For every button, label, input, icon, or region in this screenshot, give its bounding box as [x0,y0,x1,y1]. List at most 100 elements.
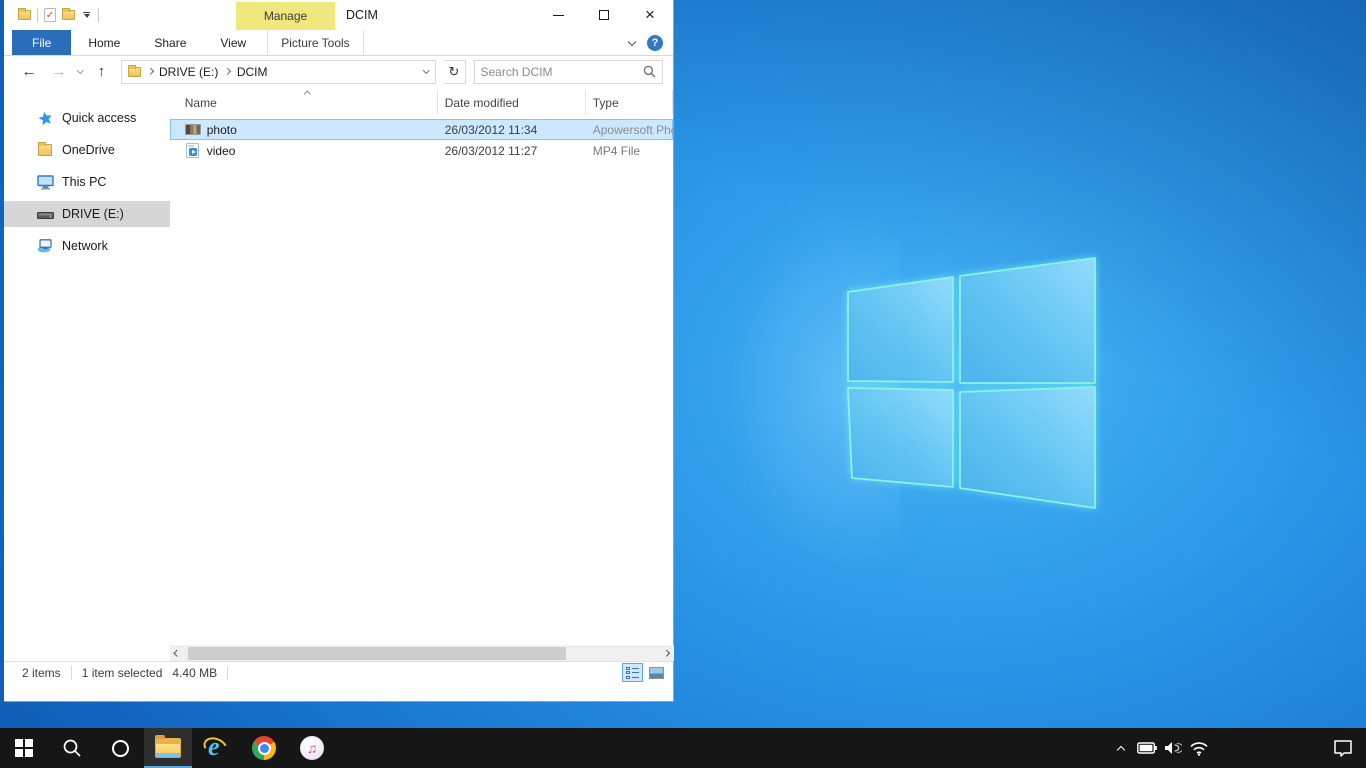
breadcrumb-separator-icon[interactable] [224,68,230,74]
file-date-modified: 26/03/2012 11:34 [445,123,538,137]
video-file-icon [185,143,201,159]
file-row-photo[interactable]: photo 26/03/2012 11:34 Apowersoft Pho [170,119,673,140]
sort-ascending-icon [304,91,310,97]
file-list-pane: Name Date modified Type photo 26/03/2012… [170,87,673,661]
navigation-pane: Quick access OneDrive [4,87,170,661]
column-header-row: Name Date modified Type [170,87,673,117]
taskbar-search-button[interactable] [48,728,96,768]
action-center-button[interactable] [1320,728,1366,768]
help-icon[interactable]: ? [647,35,663,51]
divider [98,8,99,22]
taskbar-internet-explorer-button[interactable]: e [192,728,240,768]
column-header-type[interactable]: Type [593,96,619,110]
taskbar-chrome-button[interactable] [240,728,288,768]
file-type: MP4 File [593,144,673,158]
sidebar-item-drive-e[interactable]: DRIVE (E:) [4,201,170,227]
taskbar-itunes-button[interactable]: ♫ [288,728,336,768]
breadcrumb-dcim[interactable]: DCIM [237,65,268,79]
search-box [474,60,664,84]
address-bar[interactable]: DRIVE (E:) DCIM [121,60,436,84]
volume-icon[interactable] [1160,741,1186,755]
column-divider[interactable] [585,90,586,114]
sidebar-item-this-pc[interactable]: This PC [4,169,170,195]
customize-qat-dropdown-icon[interactable] [81,10,92,20]
view-toggles [622,663,667,682]
action-center-icon [1333,739,1353,757]
sidebar-item-onedrive[interactable]: OneDrive [4,137,170,163]
monitor-icon [36,174,54,190]
tab-view[interactable]: View [203,30,263,55]
sidebar-item-network[interactable]: Network [4,233,170,259]
tab-file[interactable]: File [12,30,71,55]
forward-button[interactable]: → [48,63,70,80]
breadcrumb-separator-icon[interactable] [147,68,153,74]
onedrive-folder-icon [36,142,54,158]
sidebar-item-label: OneDrive [62,143,115,157]
window-title: DCIM [346,0,378,30]
sidebar-item-label: Network [62,239,108,253]
sidebar-item-label: Quick access [62,111,136,125]
chrome-icon [252,736,276,760]
photo-file-icon [185,122,201,138]
back-button[interactable]: ← [18,63,40,80]
address-dropdown-icon[interactable] [423,67,429,73]
horizontal-scrollbar[interactable] [170,645,674,661]
maximize-button[interactable] [581,0,627,30]
divider [37,8,38,22]
column-divider[interactable] [672,90,673,114]
up-button[interactable]: ↑ [91,63,113,80]
column-divider[interactable] [437,90,438,114]
scrollbar-thumb[interactable] [188,647,566,660]
details-view-button[interactable] [622,663,643,682]
scroll-left-icon[interactable] [170,645,185,661]
sidebar-item-label: This PC [62,175,106,189]
close-button[interactable]: × [627,0,673,30]
scrollbar-track[interactable] [185,645,659,661]
wifi-icon[interactable] [1186,741,1212,756]
itunes-icon: ♫ [300,736,324,760]
show-hidden-icons-button[interactable] [1108,744,1134,753]
desktop[interactable]: ✓ Manage DCIM × File Home Share View [0,0,1366,768]
status-bar: 2 items 1 item selected 4.40 MB [4,661,673,684]
file-explorer-window: ✓ Manage DCIM × File Home Share View [4,0,674,702]
breadcrumb-drive[interactable]: DRIVE (E:) [159,65,218,79]
file-name: photo [207,123,237,137]
tab-share[interactable]: Share [137,30,203,55]
tab-picture-tools[interactable]: Picture Tools [267,30,363,55]
titlebar: ✓ Manage DCIM × [4,0,673,30]
folder-icon [128,67,141,77]
large-icons-view-button[interactable] [646,663,667,682]
recent-locations-dropdown-icon[interactable] [77,67,83,73]
sidebar-item-quick-access[interactable]: Quick access [4,105,170,131]
new-folder-icon[interactable] [62,10,75,20]
folder-icon[interactable] [18,10,31,20]
search-input[interactable] [481,65,644,79]
refresh-button[interactable]: ↻ [444,60,466,84]
file-row-video[interactable]: video 26/03/2012 11:27 MP4 File [170,140,673,161]
tab-home[interactable]: Home [71,30,137,55]
windows-logo-wallpaper [842,252,1098,514]
file-date-modified: 26/03/2012 11:27 [445,144,538,158]
large-icons-view-icon [649,667,664,679]
column-header-name[interactable]: Name [185,96,217,110]
quick-access-toolbar: ✓ [4,8,99,22]
taskbar-file-explorer-button[interactable] [144,728,192,768]
file-type: Apowersoft Pho [593,123,673,137]
sidebar-item-label: DRIVE (E:) [62,207,124,221]
scroll-right-icon[interactable] [659,645,674,661]
start-button[interactable] [0,728,48,768]
search-icon[interactable] [643,65,656,78]
file-rows: photo 26/03/2012 11:34 Apowersoft Pho vi… [170,119,673,161]
battery-icon[interactable] [1134,742,1160,754]
divider [71,666,72,680]
column-header-date-modified[interactable]: Date modified [445,96,519,110]
minimize-button[interactable] [535,0,581,30]
window-controls: × [535,0,673,30]
manage-contextual-group: Manage [236,2,335,30]
ribbon-tab-strip: File Home Share View Picture Tools ? [4,30,673,56]
properties-check-icon[interactable]: ✓ [44,8,56,22]
navigation-bar: ← → ↑ DRIVE (E:) DCIM ↻ [4,56,673,87]
expand-ribbon-icon[interactable] [628,37,636,45]
network-icon [36,238,54,254]
cortana-button[interactable] [96,728,144,768]
